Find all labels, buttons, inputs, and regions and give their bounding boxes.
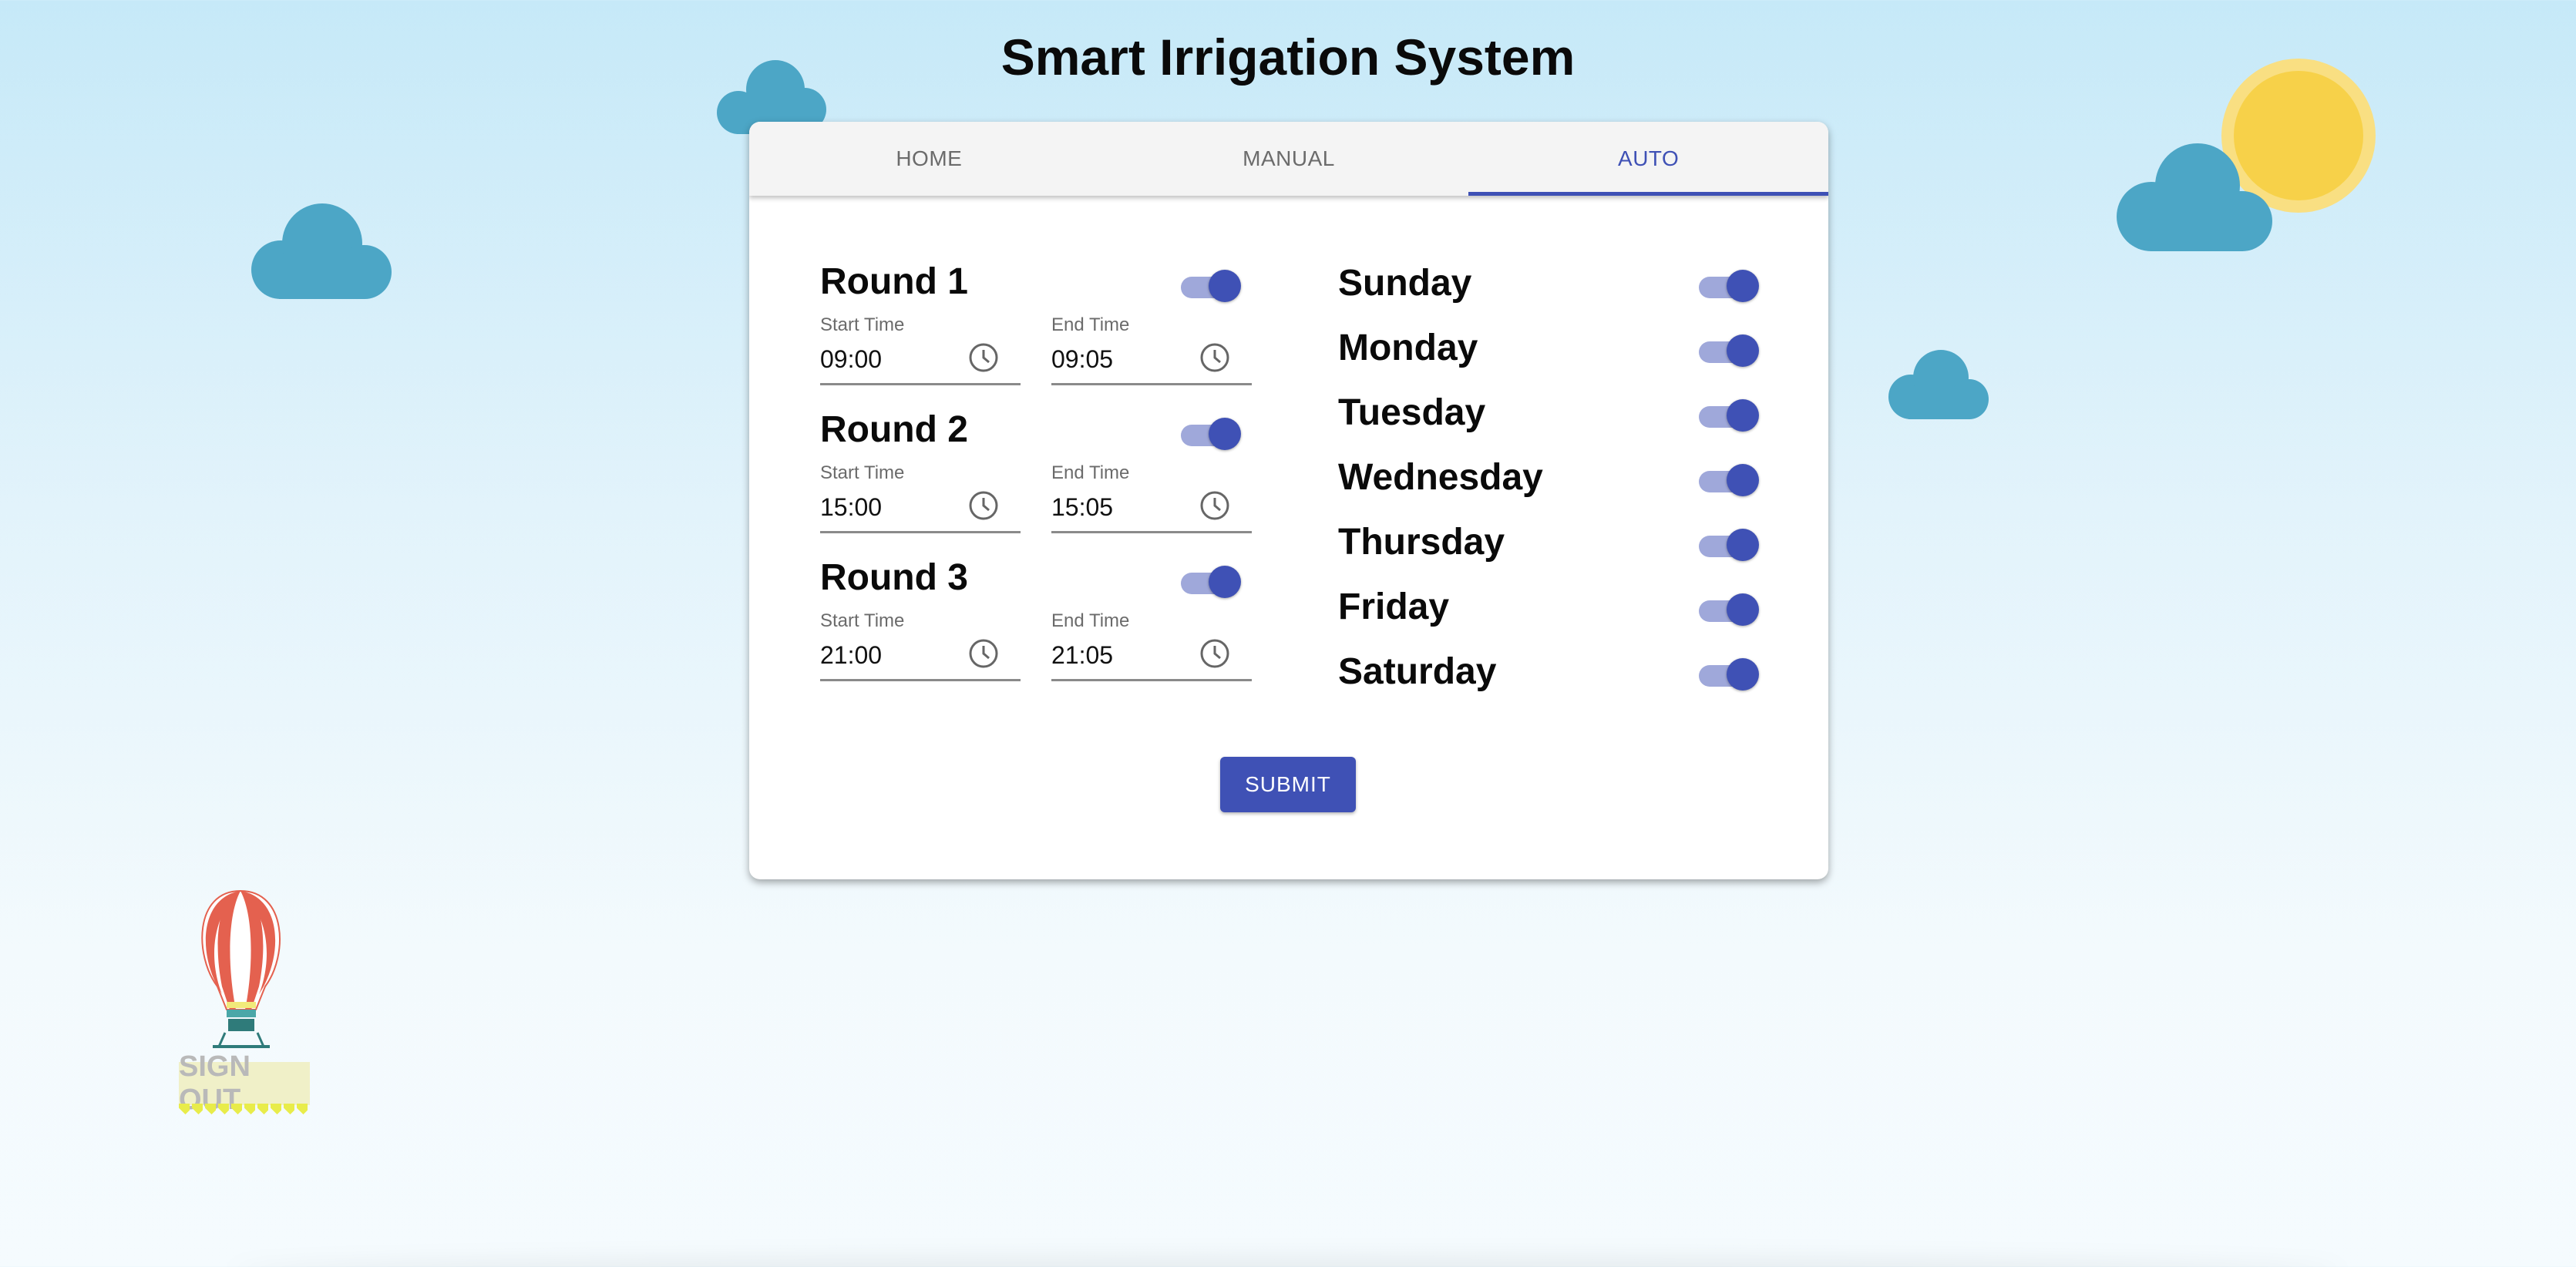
day-row-sunday: Sunday xyxy=(1338,262,1770,308)
start-time-label: Start Time xyxy=(820,314,905,335)
clock-icon[interactable] xyxy=(1199,638,1230,669)
day-row-saturday: Saturday xyxy=(1338,650,1770,697)
day-row-monday: Monday xyxy=(1338,327,1770,373)
day-label: Thursday xyxy=(1338,522,1505,563)
start-time-field[interactable]: Start Time 21:00 xyxy=(820,610,1021,681)
clock-icon[interactable] xyxy=(1199,342,1230,373)
tuesday-toggle[interactable] xyxy=(1697,399,1759,432)
end-time-value: 09:05 xyxy=(1051,345,1114,373)
schedule-card: HOME MANUAL AUTO Round 1 Start Time 09:0… xyxy=(749,122,1828,879)
submit-button[interactable]: SUBMIT xyxy=(1220,757,1356,812)
round-3-toggle[interactable] xyxy=(1179,566,1241,598)
thursday-toggle[interactable] xyxy=(1697,529,1759,561)
friday-toggle[interactable] xyxy=(1697,593,1759,626)
tab-home[interactable]: HOME xyxy=(749,122,1109,196)
round-1-toggle[interactable] xyxy=(1179,270,1241,302)
day-row-thursday: Thursday xyxy=(1338,521,1770,567)
day-row-tuesday: Tuesday xyxy=(1338,392,1770,438)
end-time-label: End Time xyxy=(1051,314,1130,335)
day-row-wednesday: Wednesday xyxy=(1338,456,1770,502)
day-label: Saturday xyxy=(1338,651,1497,692)
end-time-field[interactable]: End Time 09:05 xyxy=(1051,314,1252,385)
end-time-field[interactable]: End Time 15:05 xyxy=(1051,462,1252,533)
tab-bar: HOME MANUAL AUTO xyxy=(749,122,1828,196)
clock-icon[interactable] xyxy=(968,342,999,373)
tab-auto[interactable]: AUTO xyxy=(1468,122,1828,196)
start-time-value: 15:00 xyxy=(820,493,883,521)
day-label: Friday xyxy=(1338,586,1450,627)
start-time-value: 09:00 xyxy=(820,345,883,373)
end-time-label: End Time xyxy=(1051,462,1130,483)
cloud-decoration xyxy=(2117,143,2274,251)
round-title: Round 2 xyxy=(820,409,968,450)
day-label: Tuesday xyxy=(1338,392,1486,433)
day-label: Sunday xyxy=(1338,263,1472,304)
start-time-label: Start Time xyxy=(820,610,905,631)
clock-icon[interactable] xyxy=(968,638,999,669)
round-2-section: Round 2 Start Time 15:00 End Time 15:05 xyxy=(820,408,1252,539)
wednesday-toggle[interactable] xyxy=(1697,464,1759,496)
hot-air-balloon-icon xyxy=(201,889,281,1048)
start-time-label: Start Time xyxy=(820,462,905,483)
bottom-shadow xyxy=(231,1256,2343,1267)
start-time-field[interactable]: Start Time 15:00 xyxy=(820,462,1021,533)
start-time-field[interactable]: Start Time 09:00 xyxy=(820,314,1021,385)
end-time-field[interactable]: End Time 21:05 xyxy=(1051,610,1252,681)
day-row-friday: Friday xyxy=(1338,586,1770,632)
saturday-toggle[interactable] xyxy=(1697,658,1759,691)
round-title: Round 3 xyxy=(820,557,968,598)
day-label: Wednesday xyxy=(1338,457,1543,498)
cloud-decoration xyxy=(251,202,393,299)
monday-toggle[interactable] xyxy=(1697,334,1759,367)
round-title: Round 1 xyxy=(820,261,968,302)
sign-out-label: SIGN OUT xyxy=(179,1050,310,1116)
cloud-decoration xyxy=(1888,350,1989,419)
sign-out-button[interactable]: SIGN OUT xyxy=(179,886,313,1117)
day-label: Monday xyxy=(1338,328,1478,368)
sunday-toggle[interactable] xyxy=(1697,270,1759,302)
start-time-value: 21:00 xyxy=(820,641,883,669)
page-title: Smart Irrigation System xyxy=(1000,29,1576,86)
clock-icon[interactable] xyxy=(1199,490,1230,521)
end-time-label: End Time xyxy=(1051,610,1130,631)
round-1-section: Round 1 Start Time 09:00 End Time 09:05 xyxy=(820,260,1252,392)
tab-manual[interactable]: MANUAL xyxy=(1109,122,1469,196)
clock-icon[interactable] xyxy=(968,490,999,521)
round-2-toggle[interactable] xyxy=(1179,418,1241,450)
end-time-value: 15:05 xyxy=(1051,493,1114,521)
round-3-section: Round 3 Start Time 21:00 End Time 21:05 xyxy=(820,556,1252,687)
end-time-value: 21:05 xyxy=(1051,641,1114,669)
